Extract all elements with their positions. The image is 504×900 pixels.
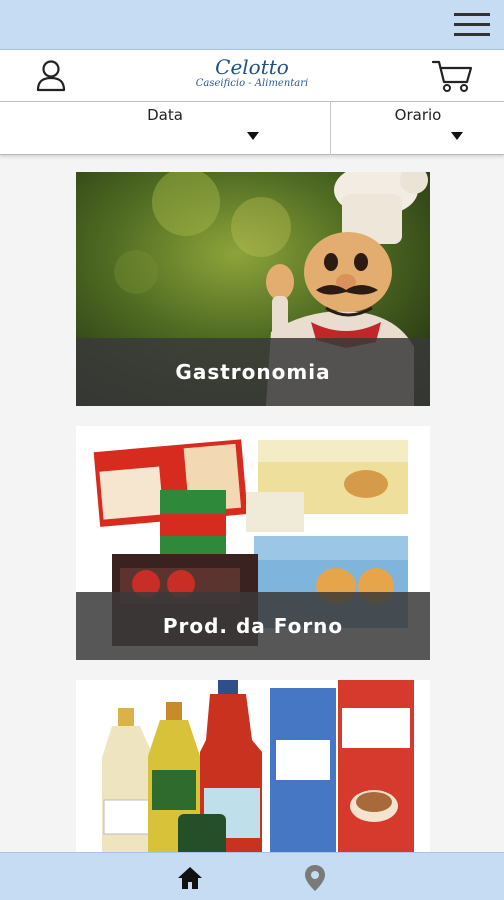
date-dropdown[interactable]: Data bbox=[0, 102, 331, 155]
home-icon[interactable] bbox=[177, 865, 203, 891]
user-icon[interactable] bbox=[34, 58, 68, 92]
brand-name: Celotto bbox=[215, 55, 289, 79]
filter-bar: Data Orario bbox=[0, 102, 504, 155]
category-label: Gastronomia bbox=[76, 338, 430, 406]
hamburger-menu-icon[interactable] bbox=[454, 11, 490, 39]
chevron-down-icon bbox=[451, 132, 463, 140]
location-pin-icon[interactable] bbox=[304, 864, 326, 892]
brand-logo: Celotto Caseificio - Alimentari bbox=[150, 56, 354, 90]
category-label: Prod. da Forno bbox=[76, 592, 430, 660]
header: Celotto Caseificio - Alimentari bbox=[0, 50, 504, 102]
bottom-navigation bbox=[0, 852, 504, 900]
time-dropdown[interactable]: Orario bbox=[332, 102, 504, 155]
top-app-bar bbox=[0, 0, 504, 50]
category-card-prod-da-forno[interactable]: Prod. da Forno bbox=[76, 426, 430, 660]
category-list: Gastronomia Prod. da Forno bbox=[0, 155, 504, 852]
category-card-groceries[interactable] bbox=[76, 680, 430, 852]
chevron-down-icon bbox=[247, 132, 259, 140]
category-card-gastronomia[interactable]: Gastronomia bbox=[76, 172, 430, 406]
grocery-products-image bbox=[76, 680, 430, 852]
shopping-cart-icon[interactable] bbox=[431, 58, 474, 94]
brand-subtitle: Caseificio - Alimentari bbox=[195, 78, 309, 89]
date-dropdown-label: Data bbox=[147, 106, 183, 124]
time-dropdown-label: Orario bbox=[394, 106, 442, 124]
